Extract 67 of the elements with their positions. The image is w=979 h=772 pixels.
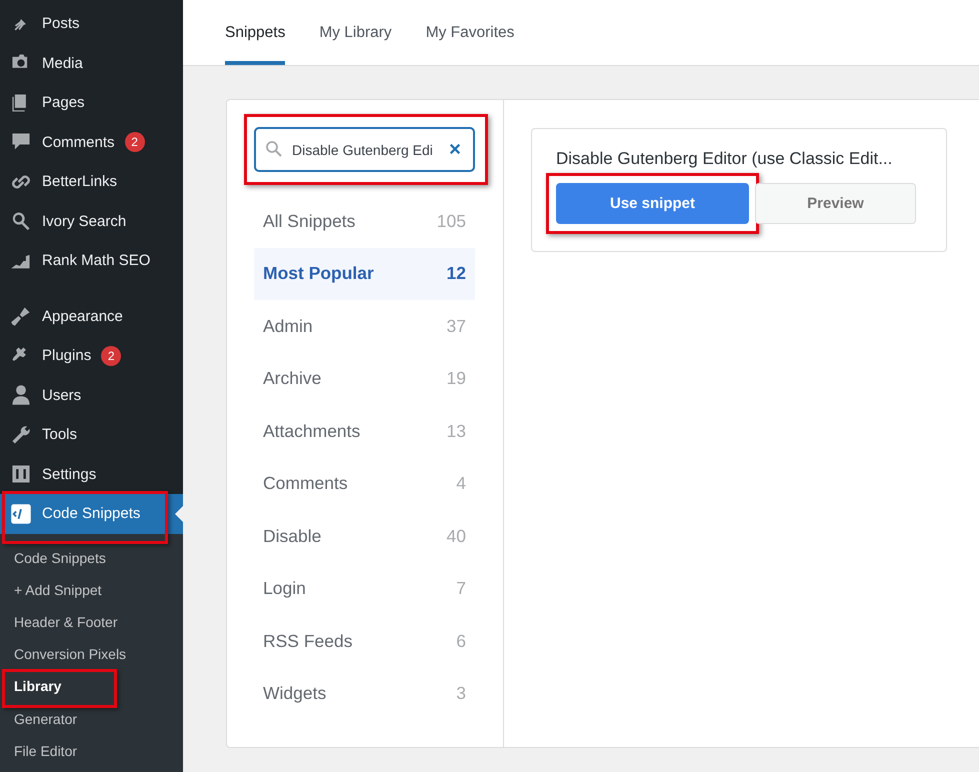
category-label: RSS Feeds — [263, 630, 352, 652]
submenu-item[interactable]: Library — [0, 670, 76, 702]
tab[interactable]: Snippets — [225, 0, 286, 65]
submenu-item[interactable]: File Editor — [0, 734, 92, 767]
menu-icon — [10, 502, 32, 525]
count-badge: 2 — [124, 132, 145, 152]
menu-item[interactable]: Tools — [0, 415, 183, 454]
count-badge: 2 — [101, 346, 122, 366]
menu-item[interactable]: Media — [0, 44, 183, 83]
category-label: Comments — [263, 473, 348, 494]
category-item[interactable]: Admin 37 — [254, 300, 475, 352]
category-label: Admin — [263, 316, 313, 337]
submenu-item[interactable]: + Add Snippet — [0, 574, 116, 606]
category-label: Widgets — [263, 683, 326, 704]
menu-item[interactable]: Users — [0, 376, 183, 415]
category-label: Archive — [263, 368, 322, 390]
category-item[interactable]: Disable 40 — [254, 510, 475, 562]
menu-icon — [10, 463, 32, 486]
category-count: 19 — [446, 368, 466, 390]
clear-icon[interactable] — [449, 143, 461, 155]
category-count: 3 — [456, 683, 466, 704]
category-count: 6 — [456, 630, 466, 652]
menu-icon — [10, 384, 32, 406]
submenu-item[interactable]: Conversion Pixels — [0, 638, 140, 670]
category-count: 4 — [456, 473, 466, 494]
snippet-title: Disable Gutenberg Editor (use Classic Edit... — [556, 149, 894, 169]
category-label: Disable — [263, 526, 322, 547]
category-item[interactable]: Attachments 13 — [254, 405, 475, 458]
category-item[interactable]: RSS Feeds 6 — [254, 615, 475, 668]
menu-item[interactable]: Posts — [0, 4, 183, 44]
category-item[interactable]: Login 7 — [254, 562, 475, 615]
use-snippet-button[interactable]: Use snippet — [556, 183, 749, 224]
menu-icon — [10, 424, 32, 446]
category-count: 37 — [446, 316, 466, 337]
category-label: Most Popular — [263, 263, 374, 284]
menu-item[interactable]: Appearance — [0, 296, 183, 336]
submenu-item[interactable]: Code Snippets — [0, 542, 120, 574]
menu-icon — [10, 210, 32, 232]
category-count: 13 — [446, 420, 466, 442]
category-item[interactable]: Most Popular 12 — [254, 248, 475, 300]
menu-item[interactable]: Settings — [0, 454, 183, 494]
category-count: 40 — [446, 526, 466, 547]
menu-item[interactable]: Plugins 2 — [0, 336, 183, 376]
tab[interactable]: My Library — [319, 0, 392, 65]
category-label: Login — [263, 578, 306, 600]
category-count: 105 — [436, 210, 466, 232]
menu-icon — [10, 305, 32, 328]
tab[interactable]: My Favorites — [426, 0, 514, 65]
menu-item[interactable]: Rank Math SEO — [0, 241, 183, 280]
search-icon — [265, 140, 283, 158]
menu-item[interactable]: Ivory Search — [0, 202, 183, 241]
category-item[interactable]: All Snippets 105 — [254, 195, 475, 248]
menu-item[interactable]: Comments 2 — [0, 122, 183, 162]
submenu-item[interactable]: Header & Footer — [0, 606, 132, 638]
category-item[interactable]: Comments 4 — [254, 458, 475, 510]
category-count: 7 — [456, 578, 466, 600]
category-label: Attachments — [263, 420, 360, 442]
search-field[interactable]: Disable Gutenberg Edi — [254, 127, 475, 172]
category-label: All Snippets — [263, 210, 356, 232]
category-item[interactable]: Widgets 3 — [254, 668, 475, 720]
menu-item[interactable]: Code Snippets — [0, 494, 183, 534]
submenu-item[interactable]: Generator — [0, 702, 92, 735]
category-count: 12 — [446, 263, 466, 284]
category-item[interactable]: Archive 19 — [254, 352, 475, 405]
preview-button[interactable]: Preview — [755, 183, 916, 224]
menu-item[interactable]: Pages — [0, 83, 183, 122]
menu-item[interactable]: BetterLinks — [0, 162, 183, 202]
